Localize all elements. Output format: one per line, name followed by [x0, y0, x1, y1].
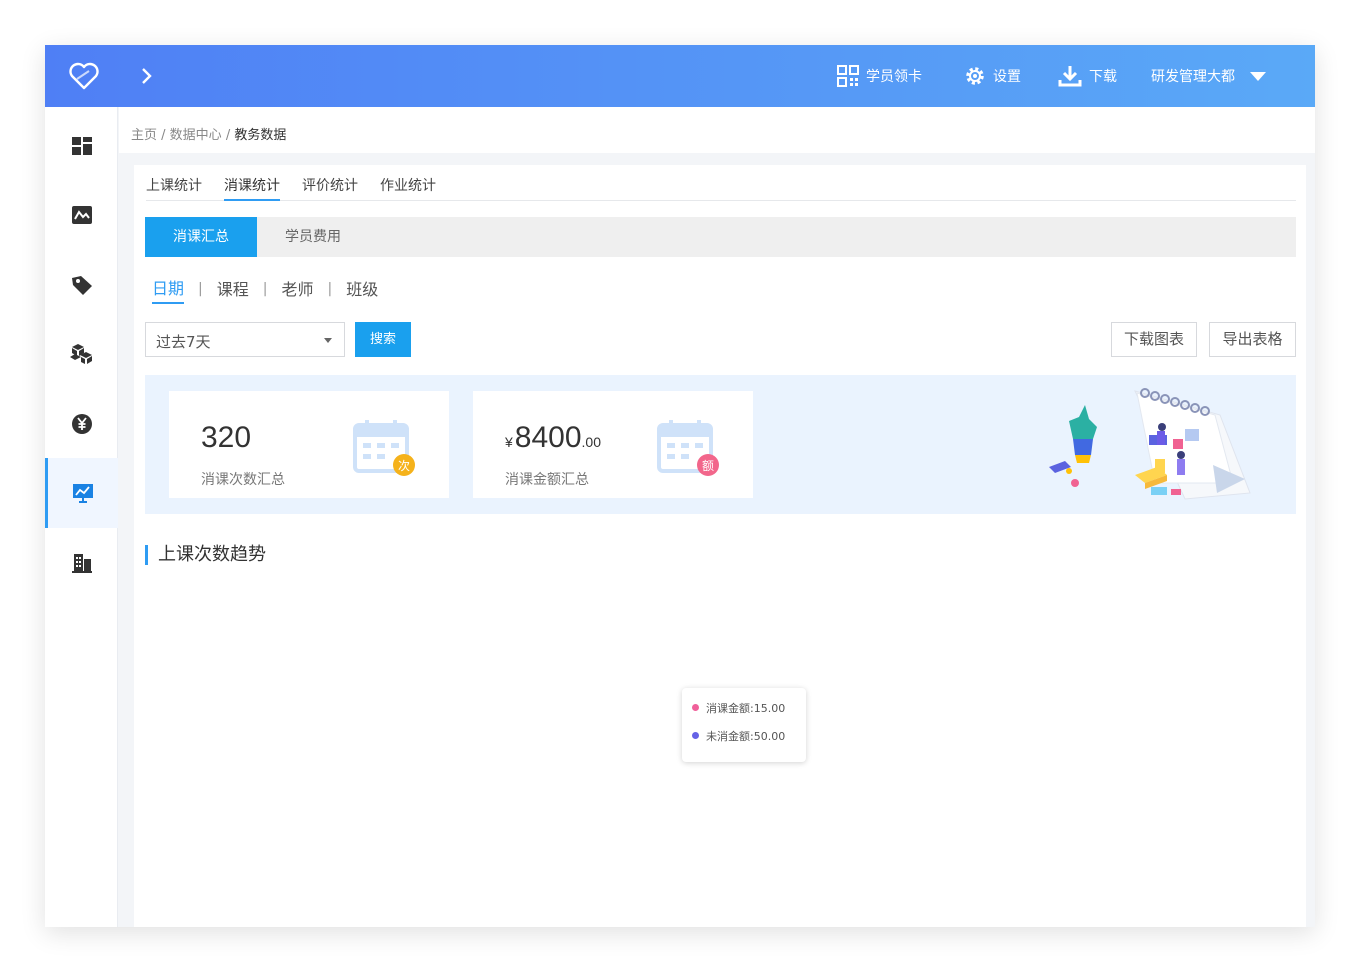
chevron-right-icon[interactable] [137, 63, 157, 89]
sidebar-item-campus[interactable] [45, 528, 118, 598]
breadcrumb: 主页 / 数据中心 / 教务数据 [119, 107, 1315, 153]
tab-consume-stats[interactable]: 消课统计 [224, 175, 280, 201]
settings-label: 设置 [993, 69, 1021, 85]
heart-logo-icon[interactable] [67, 61, 101, 91]
section-title: 上课次数趋势 [145, 545, 266, 565]
app-window: 学员领卡 设置 下载 研发管理大都 主页 / 数据中心 / 教务数据 上课统计 … [45, 45, 1315, 927]
card-label: 消课金额汇总 [505, 472, 589, 488]
gear-icon [966, 67, 984, 85]
card-value: 320 [201, 421, 252, 454]
qr-code-icon [837, 65, 859, 87]
summary-banner: 320 消课次数汇总 次 ¥8400.00 消课金额汇总 额 [145, 375, 1296, 514]
student-card-button[interactable]: 学员领卡 [837, 64, 922, 88]
tab-homework-stats[interactable]: 作业统计 [380, 175, 436, 201]
filter-teacher[interactable]: 老师 [281, 276, 313, 303]
dimension-filters: 日期 | 课程 | 老师 | 班级 [152, 275, 378, 304]
currency-yuan-icon [71, 414, 92, 434]
search-button[interactable]: 搜索 [355, 322, 411, 357]
filter-divider: | [198, 281, 203, 297]
breadcrumb-sep: / [221, 128, 235, 143]
breadcrumb-home[interactable]: 主页 [131, 128, 157, 143]
card-badge: 额 [702, 459, 715, 473]
filter-class[interactable]: 班级 [346, 276, 378, 303]
card-value: ¥8400.00 [505, 421, 602, 454]
download-chart-button[interactable]: 下载图表 [1111, 322, 1197, 357]
summary-card-count: 320 消课次数汇总 次 [169, 391, 449, 498]
date-range-value: 过去7天 [156, 333, 211, 351]
sub-tabs: 消课汇总 学员费用 [145, 217, 1296, 257]
building-icon [71, 554, 92, 573]
export-table-button[interactable]: 导出表格 [1209, 322, 1296, 357]
sidebar-item-tags[interactable] [45, 250, 118, 320]
filter-divider: | [262, 281, 268, 297]
sidebar-item-finance[interactable] [45, 389, 118, 459]
legend-dot [692, 732, 699, 739]
tooltip-row2: 未消金额:50.00 [706, 730, 786, 743]
filter-date[interactable]: 日期 [152, 275, 185, 304]
tooltip-row: 消课金额:15.00 [692, 700, 806, 728]
chart-tooltip: 消课金额:15.00 未消金额:50.00 [682, 688, 806, 762]
card-badge: 次 [398, 459, 411, 473]
caret-down-icon [1250, 72, 1266, 81]
user-name: 研发管理大都 [1151, 69, 1235, 85]
summary-card-amount: ¥8400.00 消课金额汇总 额 [473, 391, 753, 498]
legend-dot [692, 704, 699, 711]
trend-chart-icon [73, 484, 93, 503]
download-icon [1058, 66, 1082, 87]
sidebar-item-dashboard[interactable] [45, 111, 118, 181]
breadcrumb-sep: / [157, 128, 170, 143]
tab-review-stats[interactable]: 评价统计 [302, 175, 358, 201]
date-range-select[interactable]: 过去7天 [145, 322, 345, 357]
download-label: 下载 [1089, 69, 1117, 85]
breadcrumb-current: 教务数据 [234, 128, 287, 143]
subtab-consume-summary[interactable]: 消课汇总 [145, 217, 257, 257]
cubes-icon [69, 344, 92, 364]
subtab-student-fees[interactable]: 学员费用 [257, 217, 369, 257]
settings-button[interactable]: 设置 [964, 64, 1021, 88]
filter-divider: | [327, 281, 333, 297]
download-button[interactable]: 下载 [1058, 64, 1117, 88]
sidebar-item-images[interactable] [45, 180, 118, 250]
caret-down-icon [324, 338, 332, 343]
tab-class-stats[interactable]: 上课统计 [146, 175, 202, 201]
tag-icon [71, 276, 92, 295]
tooltip-row1: 消课金额:15.00 [706, 702, 786, 715]
stat-tabs: 上课统计 消课统计 评价统计 作业统计 [146, 175, 1296, 201]
student-card-label: 学员领卡 [866, 69, 922, 85]
card-label: 消课次数汇总 [201, 472, 285, 488]
dashboard-grid-icon [71, 137, 92, 155]
sidebar [45, 107, 118, 927]
filter-course[interactable]: 课程 [217, 276, 249, 303]
main-content: 上课统计 消课统计 评价统计 作业统计 消课汇总 学员费用 日期 | 课程 | … [134, 165, 1306, 927]
data-illustration-image [1049, 388, 1251, 500]
image-chart-icon [71, 206, 92, 224]
breadcrumb-data-center[interactable]: 数据中心 [170, 128, 222, 143]
trend-line-chart: 001010151520205050100100金额/元金额/元10-1510-… [134, 615, 1306, 927]
user-menu[interactable]: 研发管理大都 [1151, 64, 1267, 88]
top-bar: 学员领卡 设置 下载 研发管理大都 [45, 45, 1315, 107]
sidebar-item-resources[interactable] [45, 319, 118, 389]
tooltip-row: 未消金额:50.00 [692, 728, 806, 756]
sidebar-item-data-center[interactable] [45, 458, 118, 528]
